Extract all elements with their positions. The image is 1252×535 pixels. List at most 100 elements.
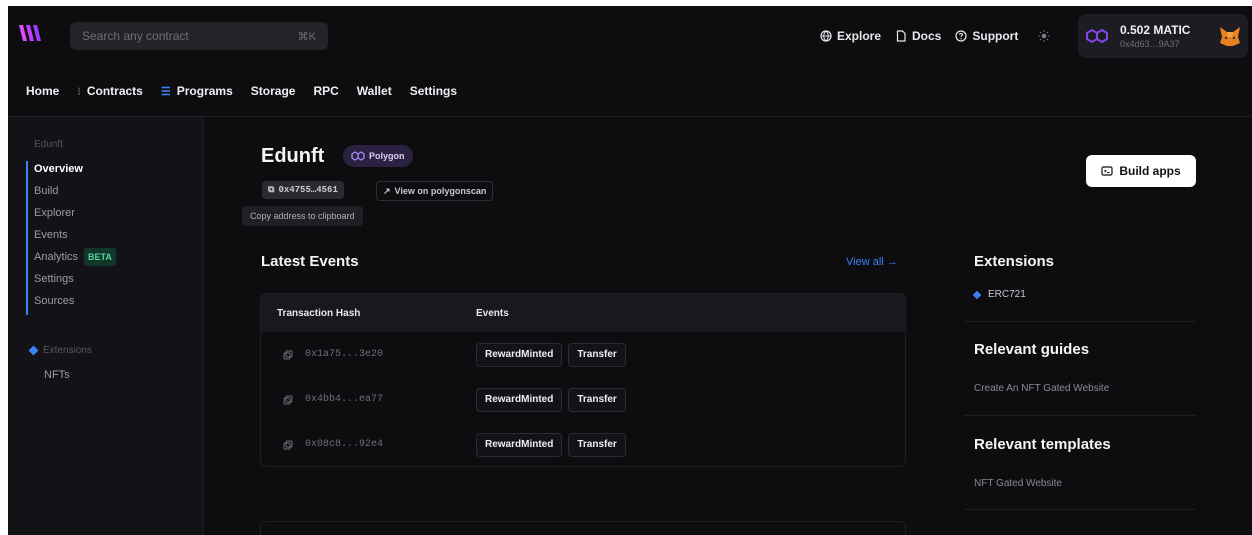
tx-hash: 0x1a75...3e20 <box>305 349 384 360</box>
code-window-icon <box>1101 166 1113 176</box>
column-transaction-hash: Transaction Hash <box>277 307 361 319</box>
sidebar-item-settings[interactable]: Settings <box>34 271 116 287</box>
guide-link[interactable]: Create An NFT Gated Website <box>974 383 1109 394</box>
chain-name: Polygon <box>369 151 405 161</box>
contract-title: Edunft <box>261 145 325 167</box>
event-tag[interactable]: Transfer <box>568 387 626 412</box>
events-table-header: Transaction Hash Events <box>261 294 905 332</box>
right-divider <box>964 415 1196 416</box>
nav-contracts-label: Contracts <box>86 84 143 98</box>
support-label: Support <box>972 29 1019 43</box>
view-all-events-link[interactable]: View all → <box>846 256 898 268</box>
thirdweb-logo[interactable] <box>18 22 44 44</box>
metamask-fox-icon <box>1220 27 1240 46</box>
search-shortcut: ⌘K <box>297 30 316 43</box>
sidebar-item-analytics[interactable]: Analytics BETA <box>34 248 116 266</box>
tx-hash-cell: 0x1a75...3e20 <box>261 349 476 360</box>
polygon-chain-icon <box>351 151 365 161</box>
right-divider <box>964 509 1196 510</box>
tx-hash-cell: 0x08c8...92e4 <box>261 439 476 450</box>
nav-home-label: Home <box>26 84 60 98</box>
sidebar-item-sources[interactable]: Sources <box>34 293 116 309</box>
table-row[interactable]: 0x1a75...3e20 RewardMinted Transfer <box>261 332 905 377</box>
sidebar-extensions-label: Extensions <box>43 345 92 356</box>
event-tag[interactable]: RewardMinted <box>476 342 563 367</box>
extensions-title: Extensions <box>974 253 1055 270</box>
sidebar-item-nfts[interactable]: NFTs <box>44 369 70 381</box>
extension-item-erc721[interactable]: ERC721 <box>972 289 1026 300</box>
top-bar: ⌘K Explore Docs Support 0.502 M <box>8 6 1252 66</box>
extension-diamond-icon <box>28 345 39 356</box>
polygon-icon <box>1086 28 1108 44</box>
contract-icon: ⁝ <box>77 85 81 98</box>
build-apps-button[interactable]: Build apps <box>1086 155 1196 187</box>
event-tags: RewardMinted Transfer <box>476 342 626 367</box>
main-content: Edunft Polygon ⧉ 0x4755…4561 ↗ View on p… <box>204 117 1252 535</box>
wallet-button[interactable]: 0.502 MATIC 0x4d63…9A37 <box>1078 14 1248 58</box>
sidebar-list: Overview Build Explorer Events Analytics… <box>26 161 116 315</box>
event-tag[interactable]: Transfer <box>568 432 626 457</box>
copy-icon[interactable] <box>283 350 293 360</box>
event-tags: RewardMinted Transfer <box>476 432 626 457</box>
event-tag[interactable]: RewardMinted <box>476 432 563 457</box>
explore-link[interactable]: Explore <box>820 29 881 43</box>
sidebar-item-events[interactable]: Events <box>34 227 116 243</box>
support-link[interactable]: Support <box>955 29 1018 43</box>
latest-events-title: Latest Events <box>261 253 359 270</box>
polygonscan-link[interactable]: ↗ View on polygonscan <box>376 181 494 201</box>
main-nav: Home ⁝ Contracts ☰ Programs Storage RPC Wa… <box>8 76 1252 106</box>
table-row[interactable]: 0x08c8...92e4 RewardMinted Transfer <box>261 422 905 466</box>
tx-hash: 0x4bb4...ea77 <box>305 394 384 405</box>
document-icon <box>896 30 906 42</box>
nav-wallet[interactable]: Wallet <box>357 84 392 98</box>
search-bar[interactable]: ⌘K <box>70 22 328 50</box>
copy-tooltip: Copy address to clipboard <box>242 206 363 226</box>
events-table: Transaction Hash Events 0x1a75...3e20 Re… <box>260 293 906 467</box>
nav-storage[interactable]: Storage <box>251 84 296 98</box>
contract-sidebar: Edunft Overview Build Explorer Events An… <box>8 117 204 535</box>
nav-contracts[interactable]: ⁝ Contracts <box>77 84 143 98</box>
build-apps-label: Build apps <box>1119 164 1181 178</box>
search-input[interactable] <box>82 29 272 43</box>
copy-address-button[interactable]: ⧉ 0x4755…4561 <box>262 181 344 199</box>
sidebar-item-analytics-label: Analytics <box>34 251 79 263</box>
template-link[interactable]: NFT Gated Website <box>974 478 1062 489</box>
globe-icon <box>820 30 832 42</box>
nav-home[interactable]: Home <box>26 84 59 98</box>
sidebar-item-overview[interactable]: Overview <box>34 161 116 177</box>
help-circle-icon <box>955 30 967 42</box>
nav-programs-label: Programs <box>176 84 233 98</box>
right-divider <box>964 321 1196 322</box>
docs-link[interactable]: Docs <box>895 29 941 43</box>
event-tags: RewardMinted Transfer <box>476 387 626 412</box>
tx-hash-cell: 0x4bb4...ea77 <box>261 394 476 405</box>
table-row[interactable]: 0x4bb4...ea77 RewardMinted Transfer <box>261 377 905 422</box>
event-tag[interactable]: RewardMinted <box>476 387 563 412</box>
theme-toggle-icon[interactable] <box>1038 30 1050 42</box>
extension-diamond-icon <box>972 290 982 299</box>
top-links: Explore Docs Support <box>820 6 1050 66</box>
nav-programs[interactable]: ☰ Programs <box>161 84 233 98</box>
copy-icon[interactable] <box>283 395 293 405</box>
chain-badge: Polygon <box>343 145 413 167</box>
wallet-info: 0.502 MATIC 0x4d63…9A37 <box>1120 23 1190 49</box>
nav-wallet-label: Wallet <box>356 84 392 98</box>
beta-badge: BETA <box>84 248 116 266</box>
relevant-guides-title: Relevant guides <box>974 341 1090 358</box>
event-tag[interactable]: Transfer <box>568 342 626 367</box>
nav-rpc[interactable]: RPC <box>313 84 338 98</box>
sidebar-extensions-header: Extensions <box>28 345 92 356</box>
sidebar-item-explorer[interactable]: Explorer <box>34 205 116 221</box>
column-events: Events <box>476 307 509 319</box>
sidebar-section-title: Edunft <box>34 139 63 150</box>
relevant-templates-title: Relevant templates <box>974 436 1111 453</box>
nav-settings-label: Settings <box>409 84 458 98</box>
secondary-panel <box>260 521 906 535</box>
polygonscan-label: View on polygonscan <box>394 186 487 196</box>
nav-storage-label: Storage <box>250 84 296 98</box>
nav-settings[interactable]: Settings <box>410 84 457 98</box>
tx-hash: 0x08c8...92e4 <box>305 439 384 450</box>
sidebar-item-build[interactable]: Build <box>34 183 116 199</box>
copy-icon[interactable] <box>283 440 293 450</box>
contract-address: 0x4755…4561 <box>278 185 338 195</box>
